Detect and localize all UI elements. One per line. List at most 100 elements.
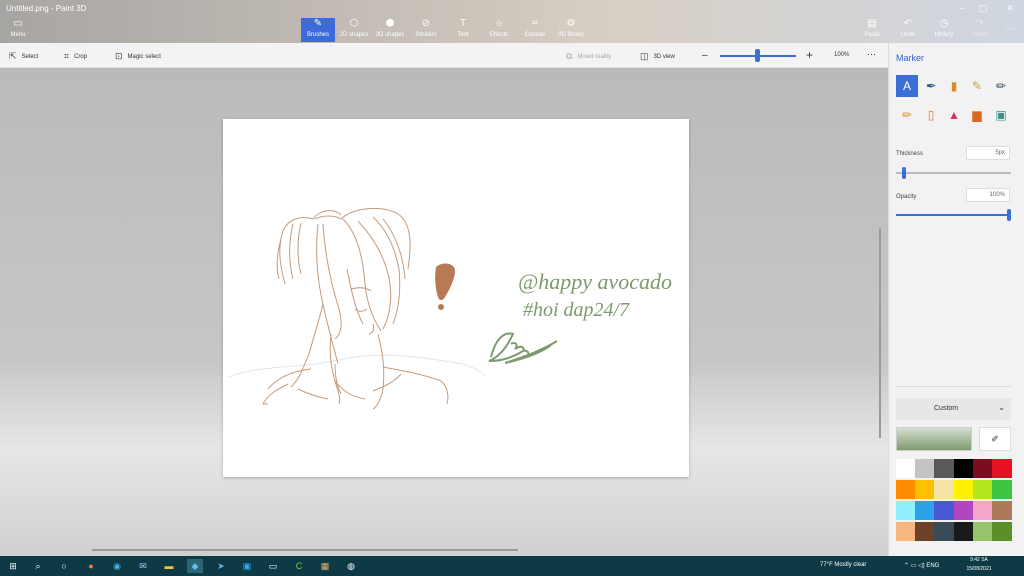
- handle-text: @happy avocado: [518, 269, 672, 294]
- magic-select-button[interactable]: ⊡ Magic select: [115, 51, 161, 62]
- color-swatch[interactable]: [915, 501, 936, 520]
- exclamation-mark: [435, 263, 455, 300]
- clock-date[interactable]: 15/08/2021: [962, 566, 996, 572]
- canvas-tab[interactable]: ⌗ Canvas: [518, 18, 552, 42]
- paint-3d-app[interactable]: ◆: [187, 559, 203, 573]
- firefox-app[interactable]: ●: [83, 559, 99, 573]
- clock-time[interactable]: 9:42 SA: [966, 557, 992, 563]
- mixed-reality-button[interactable]: ⧉ Mixed reality: [566, 51, 611, 62]
- color-swatch[interactable]: [972, 459, 993, 478]
- 3d-view-button[interactable]: ◫ 3D view: [640, 51, 675, 62]
- color-swatch[interactable]: [953, 522, 974, 541]
- select-button[interactable]: ⇱ Select: [9, 51, 38, 62]
- opacity-slider[interactable]: [896, 214, 1011, 216]
- undo-button[interactable]: ↶ Undo: [891, 18, 925, 42]
- crayon-brush[interactable]: ▲: [943, 104, 965, 126]
- 3d-shapes-tab[interactable]: ⬢ 3D shapes: [373, 18, 407, 42]
- zoom-out-button[interactable]: –: [702, 50, 708, 61]
- color-swatch[interactable]: [896, 480, 916, 499]
- system-tray[interactable]: ⌃ ▭ ◁) ENG: [904, 562, 939, 569]
- calligraphy-pen-brush[interactable]: ✒: [920, 75, 942, 97]
- more-options-button[interactable]: ⋯: [867, 49, 876, 60]
- menu-button[interactable]: ▭ Menu: [1, 18, 35, 42]
- color-swatch[interactable]: [934, 480, 955, 499]
- file-explorer-app[interactable]: ▬: [161, 559, 177, 573]
- magic-select-icon: ⊡: [115, 51, 123, 61]
- color-swatch[interactable]: [972, 522, 993, 541]
- telegram-app[interactable]: ➤: [213, 559, 229, 573]
- color-swatch[interactable]: [915, 522, 936, 541]
- brushes-tab[interactable]: ✎ Brushes: [301, 18, 335, 42]
- 2d-shapes-tab[interactable]: ⬡ 2D shapes: [337, 18, 371, 42]
- color-swatch[interactable]: [992, 522, 1012, 541]
- firefox-icon: ●: [88, 561, 94, 571]
- weather-widget[interactable]: 77°F Mostly clear: [820, 562, 866, 568]
- paste-button[interactable]: ▤ Paste: [855, 18, 889, 42]
- stickers-tab[interactable]: ⊘ Stickers: [409, 18, 443, 42]
- color-swatch[interactable]: [992, 480, 1012, 499]
- drawing-canvas[interactable]: @happy avocado #hoi dap24/7: [223, 119, 689, 477]
- 3d-library-tab[interactable]: ⚙ 3D library: [554, 18, 588, 42]
- task-view-button[interactable]: ○: [56, 559, 72, 573]
- color-swatch[interactable]: [992, 501, 1012, 520]
- color-swatch[interactable]: [915, 459, 936, 478]
- more-menu-button[interactable]: ⋯: [996, 18, 1024, 42]
- thickness-input[interactable]: 5px: [966, 146, 1010, 160]
- eyedropper-icon: ✐: [991, 434, 999, 444]
- color-swatch[interactable]: [972, 501, 993, 520]
- color-swatch[interactable]: [992, 459, 1012, 478]
- artwork: @happy avocado #hoi dap24/7: [227, 207, 672, 410]
- eraser-brush[interactable]: ▯: [920, 104, 942, 126]
- game-app[interactable]: ▦: [317, 559, 333, 573]
- thickness-slider[interactable]: [896, 172, 1011, 174]
- zalo-app[interactable]: ◍: [343, 559, 359, 573]
- zoom-in-button[interactable]: +: [806, 48, 813, 62]
- close-button[interactable]: ✕: [1003, 3, 1017, 14]
- fill-brush[interactable]: ▣: [990, 104, 1012, 126]
- search-button[interactable]: ⌕: [30, 559, 46, 573]
- effects-tab[interactable]: ☼ Effects: [482, 18, 516, 42]
- color-swatch[interactable]: [934, 459, 955, 478]
- color-swatch[interactable]: [896, 522, 916, 541]
- color-swatch[interactable]: [972, 480, 993, 499]
- crop-button[interactable]: ⌗ Crop: [64, 51, 87, 62]
- start-button[interactable]: ⊞: [5, 559, 21, 573]
- video-app[interactable]: ▭: [265, 559, 281, 573]
- mail-app[interactable]: ✉: [135, 559, 151, 573]
- color-mode-dropdown[interactable]: Custom ⌄: [896, 398, 1011, 420]
- current-color-swatch[interactable]: [896, 427, 972, 451]
- spray-can-brush[interactable]: ▆: [966, 104, 988, 126]
- color-swatch[interactable]: [896, 501, 916, 520]
- pixel-pen-brush[interactable]: ✏: [990, 75, 1012, 97]
- network-icon: ▭: [910, 563, 917, 569]
- opacity-input[interactable]: 100%: [966, 188, 1010, 202]
- color-swatch[interactable]: [953, 501, 974, 520]
- minimize-button[interactable]: –: [955, 3, 969, 13]
- photoshop-app[interactable]: ▣: [239, 559, 255, 573]
- color-swatch[interactable]: [953, 480, 974, 499]
- color-swatch[interactable]: [934, 501, 955, 520]
- color-swatch[interactable]: [934, 522, 955, 541]
- color-swatch[interactable]: [915, 480, 936, 499]
- opacity-slider-thumb[interactable]: [1007, 209, 1011, 221]
- text-tab[interactable]: T Text: [446, 18, 480, 42]
- camtasia-app[interactable]: C: [291, 559, 307, 573]
- maximize-button[interactable]: ▢: [976, 3, 990, 14]
- zoom-slider-thumb[interactable]: [755, 49, 760, 62]
- marker-brush[interactable]: A: [896, 75, 918, 97]
- watercolor-brush[interactable]: ✎: [966, 75, 988, 97]
- thickness-slider-thumb[interactable]: [901, 167, 906, 179]
- pencil-brush[interactable]: ✏: [896, 104, 918, 126]
- zalo-icon: ◍: [347, 560, 355, 571]
- vertical-scrollbar[interactable]: [879, 228, 881, 438]
- history-button[interactable]: ◷ History: [927, 18, 961, 42]
- edge-app[interactable]: ◉: [109, 559, 125, 573]
- oil-brush[interactable]: ▮: [943, 75, 965, 97]
- color-swatch[interactable]: [953, 459, 974, 478]
- 3d-view-icon: ◫: [640, 51, 649, 61]
- redo-button[interactable]: ↷ Redo: [963, 18, 997, 42]
- eyedropper-button[interactable]: ✐: [979, 427, 1011, 451]
- mail-icon: ✉: [139, 560, 147, 571]
- horizontal-scrollbar[interactable]: [92, 549, 518, 551]
- color-swatch[interactable]: [896, 459, 916, 478]
